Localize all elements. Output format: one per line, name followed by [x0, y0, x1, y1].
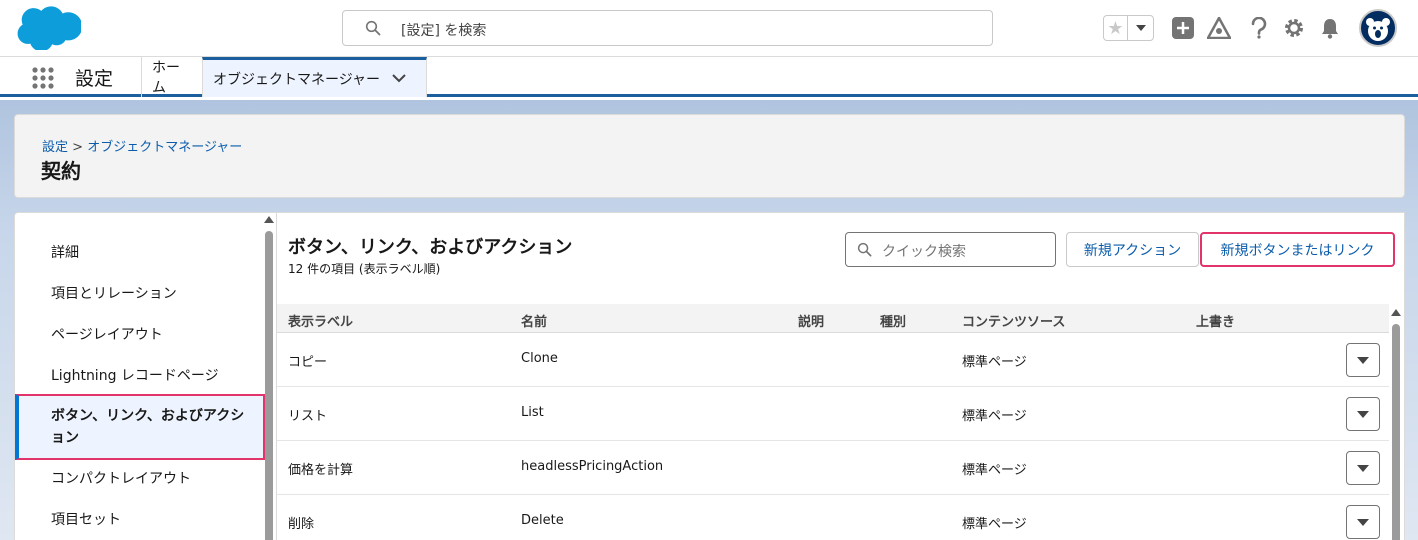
tab-object-manager-label: オブジェクトマネージャー: [213, 71, 381, 88]
sidebar-scroll-up-arrow[interactable]: [264, 216, 274, 223]
chevron-down-icon: [1357, 410, 1369, 418]
table-row: リスト List 標準ページ: [277, 387, 1389, 441]
help-icon[interactable]: [1247, 16, 1271, 40]
row-name: headlessPricingAction: [521, 459, 664, 474]
row-content-source: 標準ページ: [962, 409, 1027, 424]
column-header-content-source[interactable]: コンテンツソース: [962, 311, 1065, 330]
row-label: コピー: [288, 355, 328, 370]
column-header-description[interactable]: 説明: [798, 311, 824, 330]
row-name: Clone: [521, 351, 558, 366]
breadcrumb-setup-link[interactable]: 設定: [42, 140, 68, 155]
salesforce-cloud-logo[interactable]: [17, 6, 81, 50]
sidebar-item-label: 詳細: [51, 245, 79, 261]
tab-home-label: ホーム: [152, 60, 180, 96]
object-sidebar: 詳細 項目とリレーション ページレイアウト Lightning レコードページ …: [14, 212, 277, 540]
search-icon: [365, 20, 381, 36]
row-label: リスト: [288, 409, 328, 424]
tab-object-manager[interactable]: オブジェクトマネージャー: [202, 57, 427, 97]
table-row: 価格を計算 headlessPricingAction 標準ページ: [277, 441, 1389, 495]
row-action-menu-button[interactable]: [1346, 397, 1380, 431]
item-count: 12 件の項目 (表示ラベル順): [288, 262, 441, 276]
chevron-down-icon: [1135, 25, 1146, 31]
sidebar-item-label: ボタン、リンク、およびアクション: [51, 408, 245, 446]
sidebar-item-buttons-links-actions[interactable]: ボタン、リンク、およびアクション: [15, 394, 265, 460]
main-panel: ボタン、リンク、およびアクション 12 件の項目 (表示ラベル順) クイック検索…: [277, 212, 1405, 540]
column-header-override[interactable]: 上書き: [1196, 311, 1235, 330]
column-header-name[interactable]: 名前: [521, 311, 547, 330]
chevron-down-icon: [1357, 356, 1369, 364]
app-launcher-icon[interactable]: [31, 66, 55, 90]
page-header: 設定 > オブジェクトマネージャー 契約: [14, 114, 1405, 198]
avatar[interactable]: [1359, 9, 1397, 47]
star-icon[interactable]: ★: [1104, 16, 1128, 40]
table-row: 削除 Delete 標準ページ: [277, 495, 1389, 540]
row-name: List: [521, 405, 544, 420]
breadcrumb-separator: >: [72, 140, 84, 155]
favorites-dropdown-button[interactable]: [1128, 16, 1153, 40]
app-nav-bar: 設定 ホーム オブジェクトマネージャー: [0, 57, 1418, 97]
table-scroll-up-arrow[interactable]: [1391, 309, 1401, 316]
table-row: コピー Clone 標準ページ: [277, 333, 1389, 387]
chevron-down-icon: [1357, 464, 1369, 472]
row-content-source: 標準ページ: [962, 355, 1027, 370]
row-action-menu-button[interactable]: [1346, 343, 1380, 377]
sidebar-item-details[interactable]: 詳細: [15, 233, 265, 271]
global-header: [設定] を検索 ★: [0, 0, 1418, 57]
sidebar-item-label: 項目とリレーション: [51, 286, 177, 302]
plus-icon[interactable]: [1171, 16, 1195, 40]
quick-search-input[interactable]: クイック検索: [845, 232, 1056, 267]
section-title: ボタン、リンク、およびアクション: [288, 237, 573, 258]
sidebar-scrollbar-thumb[interactable]: [265, 231, 273, 540]
row-name: Delete: [521, 513, 564, 528]
global-search-box[interactable]: [設定] を検索: [342, 10, 993, 46]
table-header: 表示ラベル 名前 説明 種別 コンテンツソース 上書き: [277, 304, 1389, 333]
new-action-button[interactable]: 新規アクション: [1066, 232, 1199, 267]
new-button-or-link-button[interactable]: 新規ボタンまたはリンク: [1200, 232, 1395, 267]
bell-icon[interactable]: [1318, 16, 1342, 40]
breadcrumb-object-manager-link[interactable]: オブジェクトマネージャー: [87, 140, 242, 155]
row-label: 削除: [288, 517, 315, 532]
row-action-menu-button[interactable]: [1346, 505, 1380, 539]
tab-home[interactable]: ホーム: [141, 57, 202, 97]
search-icon: [857, 242, 872, 257]
breadcrumb: 設定 > オブジェクトマネージャー: [42, 136, 242, 155]
column-header-label[interactable]: 表示ラベル: [288, 311, 353, 330]
sidebar-item-compact-layouts[interactable]: コンパクトレイアウト: [15, 459, 265, 497]
sidebar-item-fields[interactable]: 項目とリレーション: [15, 274, 265, 312]
sidebar-item-label: コンパクトレイアウト: [51, 471, 191, 487]
row-action-menu-button[interactable]: [1346, 451, 1380, 485]
page-title: 契約: [41, 159, 81, 183]
global-search-placeholder: [設定] を検索: [401, 23, 487, 39]
sidebar-item-page-layouts[interactable]: ページレイアウト: [15, 315, 265, 353]
row-content-source: 標準ページ: [962, 517, 1027, 532]
favorites-control[interactable]: ★: [1103, 15, 1154, 41]
quick-search-placeholder: クイック検索: [882, 244, 966, 260]
app-name: 設定: [75, 68, 114, 90]
row-content-source: 標準ページ: [962, 463, 1027, 478]
table-scrollbar-thumb[interactable]: [1392, 324, 1400, 540]
column-header-type[interactable]: 種別: [880, 311, 906, 330]
sidebar-item-label: 項目セット: [51, 512, 121, 528]
sidebar-item-label: Lightning レコードページ: [51, 368, 219, 384]
sidebar-item-field-sets[interactable]: 項目セット: [15, 500, 265, 538]
trailhead-icon[interactable]: [1207, 16, 1231, 40]
row-label: 価格を計算: [288, 463, 354, 478]
chevron-down-icon: [1357, 518, 1369, 526]
sidebar-item-label: ページレイアウト: [51, 327, 163, 343]
sidebar-item-lightning-record-pages[interactable]: Lightning レコードページ: [15, 356, 265, 394]
chevron-down-icon[interactable]: [392, 74, 406, 83]
gear-icon[interactable]: [1282, 16, 1306, 40]
